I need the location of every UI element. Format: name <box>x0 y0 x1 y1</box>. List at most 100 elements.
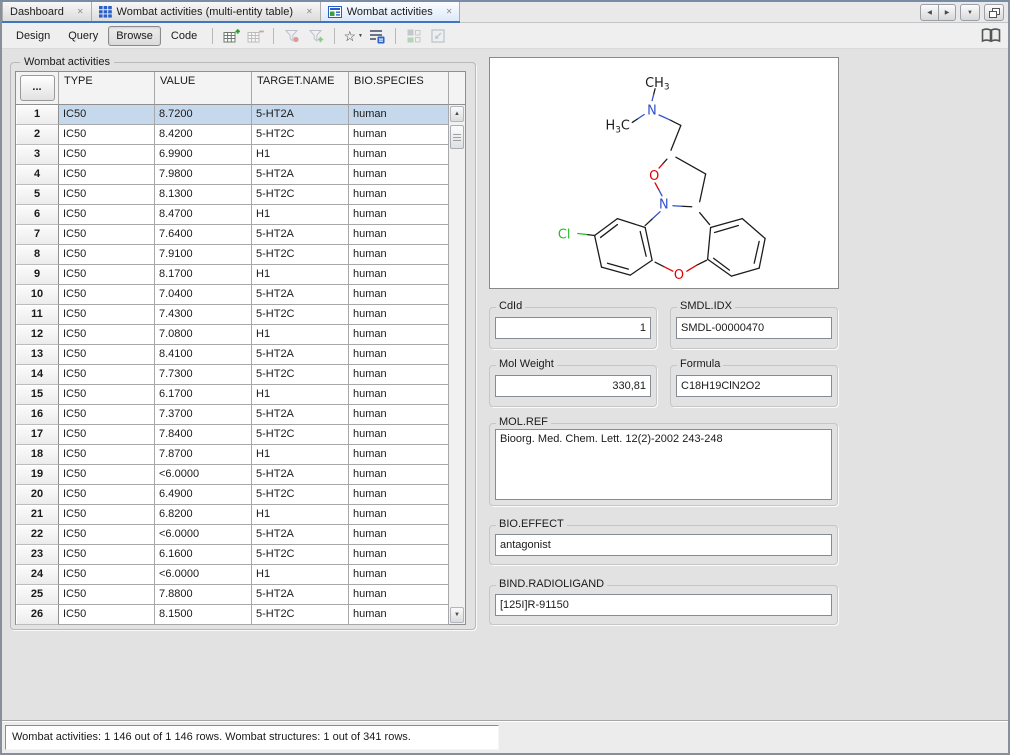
cell-target-name[interactable]: H1 <box>252 445 349 465</box>
cell-bio-species[interactable]: human <box>349 565 449 585</box>
table-row[interactable]: 24 IC50 <6.0000 H1 human <box>16 565 465 585</box>
table-row[interactable]: 20 IC50 6.4900 5-HT2C human <box>16 485 465 505</box>
cell-bio-species[interactable]: human <box>349 185 449 205</box>
cell-bio-species[interactable]: human <box>349 385 449 405</box>
cell-bio-species[interactable]: human <box>349 165 449 185</box>
row-number-cell[interactable]: 11 <box>16 305 59 325</box>
cell-target-name[interactable]: 5-HT2C <box>252 245 349 265</box>
cell-type[interactable]: IC50 <box>59 105 155 125</box>
vertical-scrollbar[interactable]: ▲ ▼ <box>448 105 465 624</box>
cell-target-name[interactable]: 5-HT2C <box>252 485 349 505</box>
table-row[interactable]: 2 IC50 8.4200 5-HT2C human <box>16 125 465 145</box>
cell-value[interactable]: 7.8700 <box>155 445 252 465</box>
cell-target-name[interactable]: H1 <box>252 265 349 285</box>
table-row[interactable]: 6 IC50 8.4700 H1 human <box>16 205 465 225</box>
cell-bio-species[interactable]: human <box>349 285 449 305</box>
table-row[interactable]: 15 IC50 6.1700 H1 human <box>16 385 465 405</box>
table-row[interactable]: 13 IC50 8.4100 5-HT2A human <box>16 345 465 365</box>
add-filter-button[interactable] <box>305 26 327 46</box>
cell-bio-species[interactable]: human <box>349 205 449 225</box>
row-number-cell[interactable]: 13 <box>16 345 59 365</box>
documentation-button[interactable] <box>980 26 1002 46</box>
cell-type[interactable]: IC50 <box>59 605 155 625</box>
cdid-input[interactable] <box>495 317 651 339</box>
table-row[interactable]: 11 IC50 7.4300 5-HT2C human <box>16 305 465 325</box>
row-number-cell[interactable]: 22 <box>16 525 59 545</box>
query-mode-button[interactable]: Query <box>60 26 106 46</box>
cell-bio-species[interactable]: human <box>349 365 449 385</box>
table-row[interactable]: 16 IC50 7.3700 5-HT2A human <box>16 405 465 425</box>
cell-target-name[interactable]: H1 <box>252 505 349 525</box>
table-row[interactable]: 21 IC50 6.8200 H1 human <box>16 505 465 525</box>
cell-type[interactable]: IC50 <box>59 325 155 345</box>
cell-type[interactable]: IC50 <box>59 285 155 305</box>
cell-value[interactable]: <6.0000 <box>155 525 252 545</box>
cell-type[interactable]: IC50 <box>59 505 155 525</box>
row-number-cell[interactable]: 5 <box>16 185 59 205</box>
column-header-target-name[interactable]: TARGET.NAME <box>252 72 349 105</box>
cell-target-name[interactable]: 5-HT2A <box>252 405 349 425</box>
cell-value[interactable]: 7.7300 <box>155 365 252 385</box>
table-row[interactable]: 9 IC50 8.1700 H1 human <box>16 265 465 285</box>
maximize-restore-button[interactable] <box>984 4 1004 21</box>
close-icon[interactable]: ✕ <box>77 8 84 16</box>
cell-target-name[interactable]: 5-HT2C <box>252 545 349 565</box>
scroll-tabs-right-button[interactable]: ▶ <box>938 5 955 20</box>
cell-type[interactable]: IC50 <box>59 545 155 565</box>
cell-bio-species[interactable]: human <box>349 305 449 325</box>
table-row[interactable]: 14 IC50 7.7300 5-HT2C human <box>16 365 465 385</box>
cell-value[interactable]: 8.4100 <box>155 345 252 365</box>
table-row[interactable]: 5 IC50 8.1300 5-HT2C human <box>16 185 465 205</box>
close-icon[interactable]: ✕ <box>306 8 313 16</box>
row-number-cell[interactable]: 17 <box>16 425 59 445</box>
manage-fields-button[interactable] <box>366 26 388 46</box>
cell-value[interactable]: 8.7200 <box>155 105 252 125</box>
cell-bio-species[interactable]: human <box>349 265 449 285</box>
mol-ref-textarea[interactable]: Bioorg. Med. Chem. Lett. 12(2)-2002 243-… <box>495 429 832 500</box>
cell-value[interactable]: 6.1600 <box>155 545 252 565</box>
cell-target-name[interactable]: 5-HT2A <box>252 285 349 305</box>
cell-bio-species[interactable]: human <box>349 125 449 145</box>
design-mode-button[interactable]: Design <box>8 26 58 46</box>
table-row[interactable]: 17 IC50 7.8400 5-HT2C human <box>16 425 465 445</box>
cell-target-name[interactable]: 5-HT2C <box>252 425 349 445</box>
cell-value[interactable]: 7.3700 <box>155 405 252 425</box>
row-number-cell[interactable]: 19 <box>16 465 59 485</box>
cell-target-name[interactable]: 5-HT2C <box>252 125 349 145</box>
cell-bio-species[interactable]: human <box>349 445 449 465</box>
bind-radioligand-input[interactable] <box>495 594 832 616</box>
cell-type[interactable]: IC50 <box>59 145 155 165</box>
table-row[interactable]: 25 IC50 7.8800 5-HT2A human <box>16 585 465 605</box>
scrollbar-thumb[interactable] <box>450 125 464 149</box>
cell-type[interactable]: IC50 <box>59 445 155 465</box>
cell-target-name[interactable]: 5-HT2C <box>252 305 349 325</box>
cell-target-name[interactable]: 5-HT2A <box>252 525 349 545</box>
cell-target-name[interactable]: H1 <box>252 205 349 225</box>
cell-target-name[interactable]: 5-HT2A <box>252 345 349 365</box>
cell-target-name[interactable]: 5-HT2A <box>252 585 349 605</box>
widgets-layout-button[interactable] <box>403 26 425 46</box>
cell-type[interactable]: IC50 <box>59 225 155 245</box>
cell-target-name[interactable]: H1 <box>252 565 349 585</box>
cell-bio-species[interactable]: human <box>349 505 449 525</box>
table-row[interactable]: 10 IC50 7.0400 5-HT2A human <box>16 285 465 305</box>
row-number-cell[interactable]: 26 <box>16 605 59 625</box>
cell-value[interactable]: 7.9800 <box>155 165 252 185</box>
cell-type[interactable]: IC50 <box>59 165 155 185</box>
row-number-cell[interactable]: 14 <box>16 365 59 385</box>
table-row[interactable]: 12 IC50 7.0800 H1 human <box>16 325 465 345</box>
cell-value[interactable]: 7.6400 <box>155 225 252 245</box>
cell-value[interactable]: <6.0000 <box>155 465 252 485</box>
row-number-cell[interactable]: 3 <box>16 145 59 165</box>
cell-type[interactable]: IC50 <box>59 305 155 325</box>
tab-wombat-activities[interactable]: Wombat activities ✕ <box>321 2 461 21</box>
row-number-cell[interactable]: 12 <box>16 325 59 345</box>
row-number-cell[interactable]: 8 <box>16 245 59 265</box>
cell-target-name[interactable]: 5-HT2A <box>252 465 349 485</box>
cell-value[interactable]: 8.4200 <box>155 125 252 145</box>
cell-target-name[interactable]: 5-HT2C <box>252 605 349 625</box>
column-header-bio-species[interactable]: BIO.SPECIES <box>349 72 449 105</box>
row-number-cell[interactable]: 9 <box>16 265 59 285</box>
cell-value[interactable]: 7.8400 <box>155 425 252 445</box>
table-row[interactable]: 22 IC50 <6.0000 5-HT2A human <box>16 525 465 545</box>
